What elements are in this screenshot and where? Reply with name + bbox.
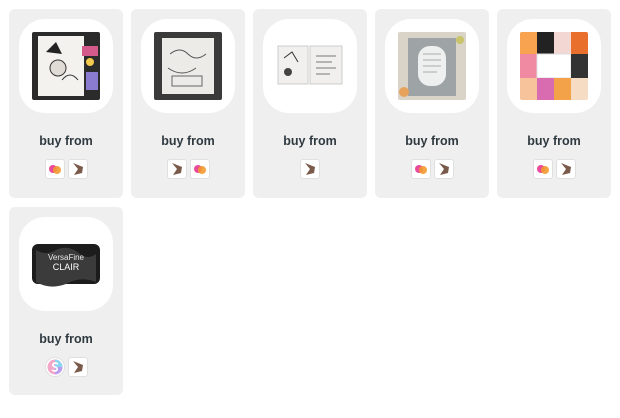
bird-store-icon <box>171 163 182 175</box>
store-links <box>9 159 123 179</box>
flower-store-link[interactable] <box>532 159 553 179</box>
product-image-stamp-witch[interactable] <box>32 32 100 100</box>
bird-store-link[interactable] <box>67 357 88 377</box>
store-links <box>253 159 367 179</box>
bird-store-link[interactable] <box>67 159 88 179</box>
rainbow-s-store-icon <box>47 359 62 375</box>
flower-store-icon <box>48 165 61 174</box>
bird-store-link[interactable] <box>433 159 454 179</box>
rainbow-s-store-link[interactable] <box>44 357 65 377</box>
product-image-frame[interactable] <box>141 19 235 113</box>
bird-store-link[interactable] <box>555 159 576 179</box>
product-image-frame[interactable] <box>385 19 479 113</box>
store-links <box>497 159 611 179</box>
store-links <box>9 357 123 377</box>
flower-store-link[interactable] <box>410 159 431 179</box>
buy-from-label: buy from <box>527 134 581 148</box>
bird-store-icon <box>438 163 449 175</box>
bird-store-icon <box>72 163 83 175</box>
product-card[interactable]: VersaFine CLAIR buy from <box>9 207 123 395</box>
flower-store-link[interactable] <box>44 159 65 179</box>
product-image-stencil[interactable] <box>398 32 466 100</box>
bird-store-icon <box>72 361 83 373</box>
product-image-ink-pad[interactable]: VersaFine CLAIR <box>32 230 100 298</box>
buy-from-label: buy from <box>161 134 215 148</box>
product-image-frame[interactable]: VersaFine CLAIR <box>19 217 113 311</box>
ink-pad-name-text: CLAIR <box>53 262 80 272</box>
buy-from-label: buy from <box>39 134 93 148</box>
store-links <box>375 159 489 179</box>
product-card[interactable]: buy from <box>9 9 123 198</box>
product-image-stamp-sketch[interactable] <box>154 32 222 100</box>
product-card[interactable]: buy from <box>497 9 611 198</box>
buy-from-label: buy from <box>405 134 459 148</box>
product-image-stamp-set[interactable] <box>276 32 344 100</box>
buy-from-label: buy from <box>283 134 337 148</box>
product-image-paper-pad[interactable] <box>520 32 588 100</box>
buy-from-label: buy from <box>39 332 93 346</box>
store-links <box>131 159 245 179</box>
product-image-frame[interactable] <box>263 19 357 113</box>
product-card[interactable]: buy from <box>375 9 489 198</box>
bird-store-icon <box>560 163 571 175</box>
product-card[interactable]: buy from <box>131 9 245 198</box>
product-card[interactable]: buy from <box>253 9 367 198</box>
flower-store-link[interactable] <box>189 159 210 179</box>
product-image-frame[interactable] <box>19 19 113 113</box>
product-image-frame[interactable] <box>507 19 601 113</box>
flower-store-icon <box>536 165 549 174</box>
bird-store-link[interactable] <box>166 159 187 179</box>
ink-pad-brand-text: VersaFine <box>48 253 85 262</box>
flower-store-icon <box>193 165 206 174</box>
flower-store-icon <box>414 165 427 174</box>
bird-store-link[interactable] <box>300 159 320 179</box>
bird-store-icon <box>305 163 315 175</box>
